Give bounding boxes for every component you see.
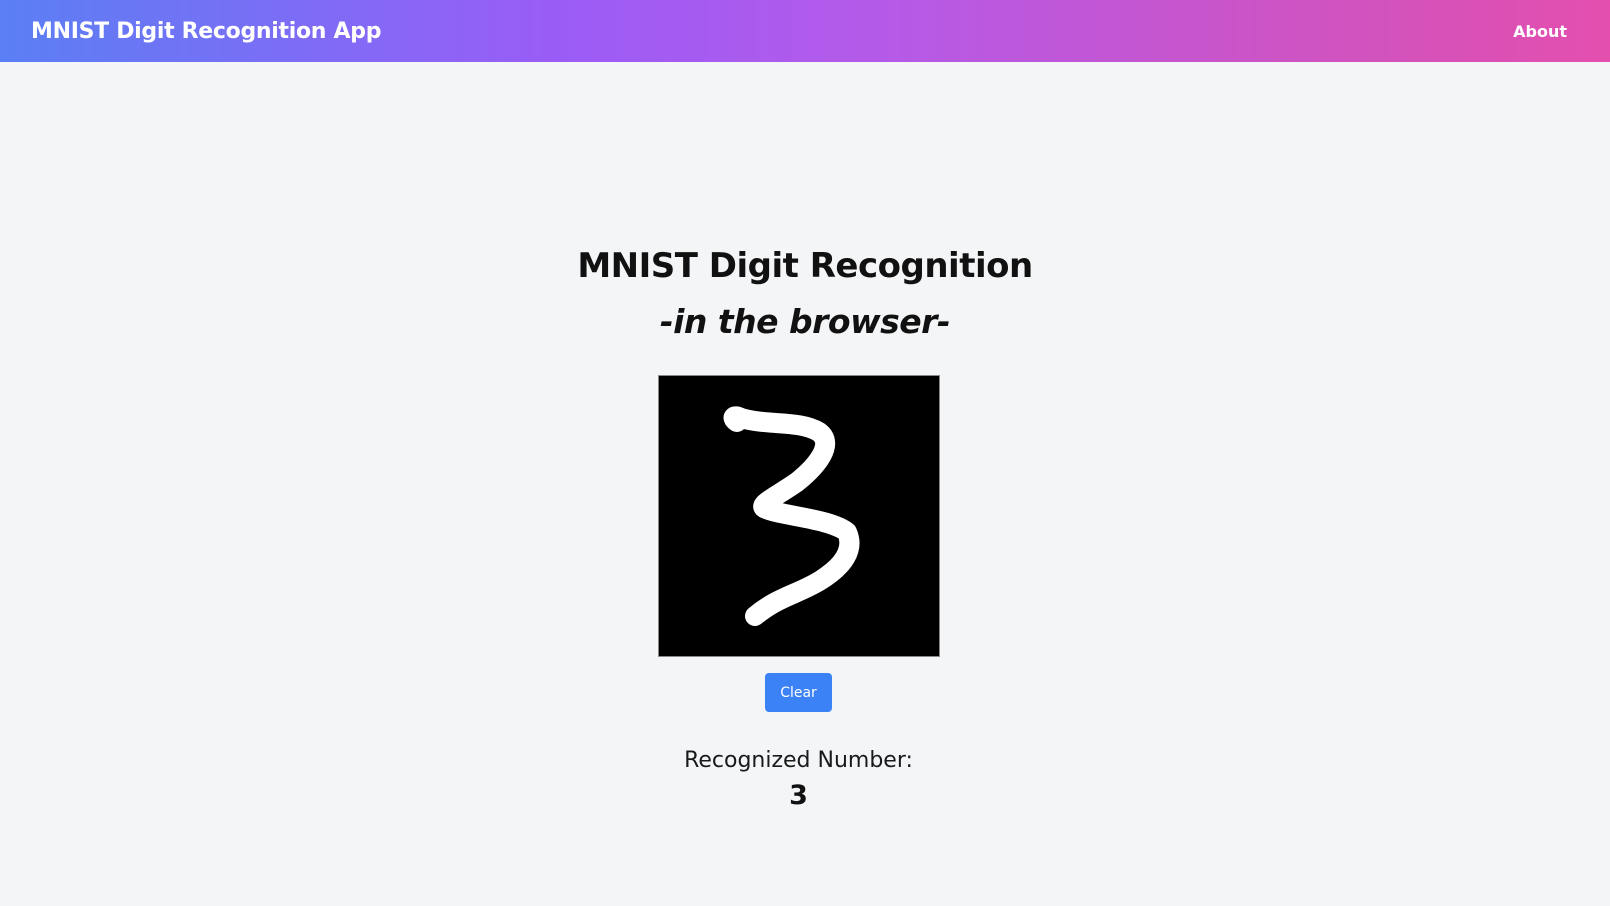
result-label: Recognized Number: bbox=[684, 748, 913, 773]
clear-button[interactable]: Clear bbox=[765, 673, 832, 712]
handwritten-digit-stroke bbox=[723, 406, 860, 626]
page-subtitle: -in the browser- bbox=[659, 302, 951, 341]
page-title: MNIST Digit Recognition bbox=[577, 246, 1033, 286]
navbar: MNIST Digit Recognition App About bbox=[0, 0, 1610, 62]
recognized-number: 3 bbox=[789, 780, 808, 811]
main-content: MNIST Digit Recognition -in the browser-… bbox=[0, 62, 1610, 906]
app-brand[interactable]: MNIST Digit Recognition App bbox=[31, 19, 381, 44]
about-link[interactable]: About bbox=[1513, 22, 1567, 41]
drawing-canvas[interactable] bbox=[658, 375, 940, 657]
